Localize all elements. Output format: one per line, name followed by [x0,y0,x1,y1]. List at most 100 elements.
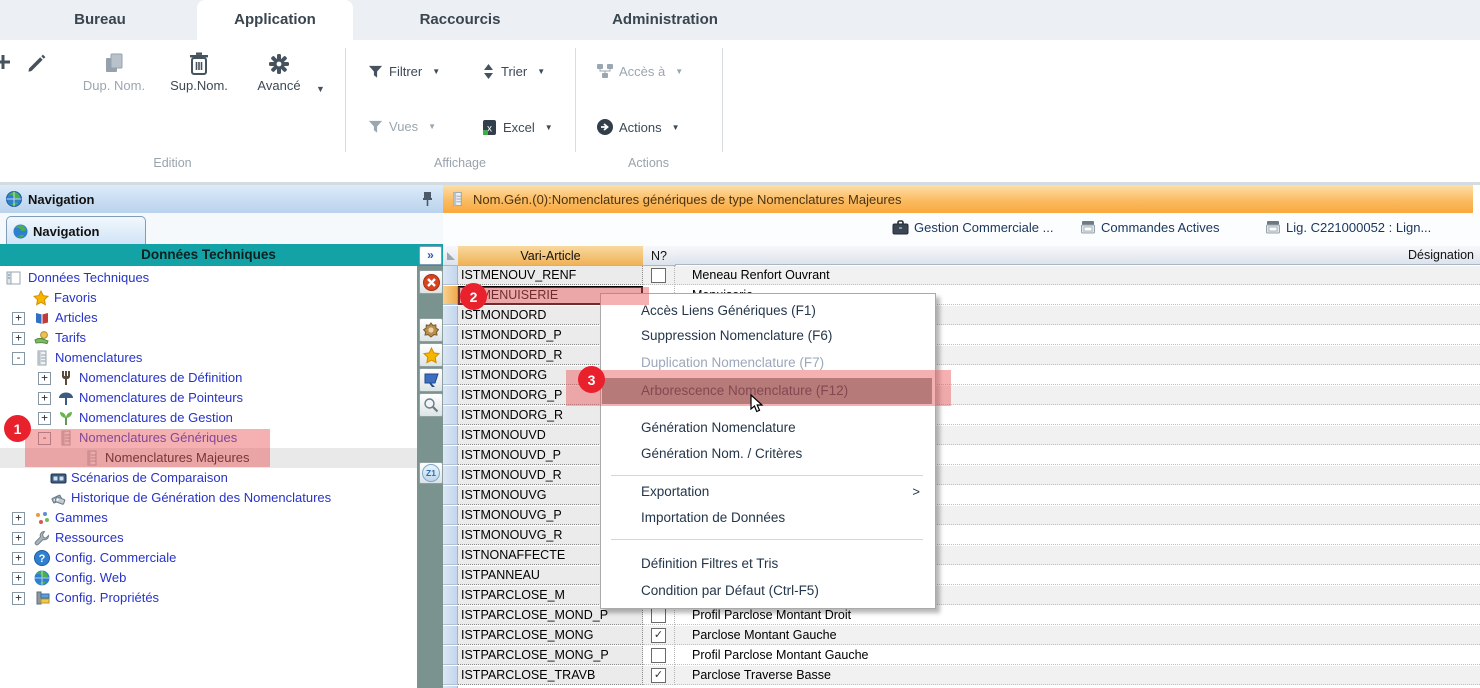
expand-icon[interactable]: + [12,512,25,525]
row-selector[interactable] [443,306,458,325]
menu-item-generation-nom-criteres[interactable]: Génération Nom. / Critères [602,441,932,467]
designation-cell[interactable]: Parclose Traverse Basse [675,666,1480,685]
row-selector[interactable] [443,266,458,285]
tree-item-nomenclatures-gestion[interactable]: + Nomenclatures de Gestion [0,408,417,428]
row-selector[interactable] [443,326,458,345]
tab-commandes-actives[interactable]: Commandes Actives [1080,220,1220,235]
vari-article-cell[interactable]: ISTPARCLOSE_MONG [458,626,643,645]
tree-item-historique-generation[interactable]: Historique de Génération des Nomenclatur… [0,488,417,508]
n-cell[interactable] [643,646,675,665]
tree-item-nomenclatures-pointeurs[interactable]: + Nomenclatures de Pointeurs [0,388,417,408]
n-cell[interactable] [643,266,675,285]
actions-button[interactable]: Actions ▼ [597,119,680,135]
search-button[interactable] [419,393,443,417]
tree-item-nomenclatures-definition[interactable]: + Nomenclatures de Définition [0,368,417,388]
expand-icon[interactable]: + [12,552,25,565]
excel-dropdown-arrow[interactable]: ▼ [545,123,553,132]
filter-dropdown-arrow[interactable]: ▼ [432,67,440,76]
excel-button[interactable]: x Excel ▼ [482,119,553,136]
ribbon-tab-bureau[interactable]: Bureau [35,0,165,40]
row-selector[interactable] [443,606,458,625]
table-row[interactable]: ISTMONDORG_R [443,406,1480,426]
checkbox-unchecked[interactable] [651,268,666,283]
row-selector[interactable] [443,446,458,465]
table-row[interactable]: ISTMONOUVD_P [443,446,1480,466]
row-selector[interactable] [443,566,458,585]
expand-icon[interactable]: + [38,372,51,385]
row-selector[interactable] [443,526,458,545]
menu-item-suppression-nomenclature[interactable]: Suppression Nomenclature (F6) [602,323,932,349]
row-selector[interactable] [443,486,458,505]
row-selector[interactable] [443,406,458,425]
row-selector[interactable] [443,666,458,685]
expand-icon[interactable]: + [12,312,25,325]
row-selector[interactable] [443,586,458,605]
row-selector[interactable] [443,506,458,525]
table-row[interactable]: ISTMONOUVG [443,486,1480,506]
row-selector[interactable] [443,626,458,645]
sort-button[interactable]: Trier ▼ [482,64,545,79]
tree-item-tarifs[interactable]: + Tarifs [0,328,417,348]
table-row[interactable]: ISTPARCLOSE_TRAVB ✓ Parclose Traverse Ba… [443,666,1480,686]
expand-icon[interactable]: + [38,412,51,425]
tab-gestion-commerciale[interactable]: Gestion Commerciale ... [892,220,1053,235]
row-selector[interactable] [443,346,458,365]
advanced-button[interactable]: Avancé [248,52,310,93]
badge-star-button[interactable] [419,318,443,342]
table-row[interactable]: ISTMONOUVG_R [443,526,1480,546]
new-button[interactable] [0,52,13,72]
views-button[interactable]: Vues ▼ [368,119,436,134]
column-header-n[interactable]: N? [643,246,676,266]
z1-button[interactable]: Z1 [419,462,443,484]
table-row[interactable]: ISTPANNEAU [443,566,1480,586]
tree-item-ressources[interactable]: + Ressources [0,528,417,548]
favorite-star-button[interactable] [419,343,443,367]
expand-icon[interactable]: + [12,532,25,545]
tree-item-config-proprietes[interactable]: + Config. Propriétés [0,588,417,608]
ribbon-tab-administration[interactable]: Administration [580,0,750,40]
table-row[interactable]: ISTPARCLOSE_MOND_P Profil Parclose Monta… [443,606,1480,626]
row-selector[interactable] [443,386,458,405]
filter-button[interactable]: Filtrer ▼ [368,64,440,79]
row-selector[interactable] [443,466,458,485]
table-corner-cell[interactable] [443,246,459,266]
vari-article-cell[interactable]: ISTPARCLOSE_TRAVB [458,666,643,685]
views-dropdown-arrow[interactable]: ▼ [428,122,436,131]
checkbox-checked[interactable]: ✓ [651,668,666,683]
n-cell[interactable]: ✓ [643,626,675,645]
access-to-button[interactable]: Accès à ▼ [597,64,683,79]
row-selector[interactable] [443,646,458,665]
table-row[interactable]: ISTMONOUVG_P [443,506,1480,526]
advanced-dropdown-arrow[interactable]: ▼ [316,84,325,94]
row-selector[interactable] [443,426,458,445]
table-row[interactable]: ISTPARCLOSE_MONG_P Profil Parclose Monta… [443,646,1480,666]
tree-item-donnees-techniques[interactable]: Données Techniques [0,268,417,288]
tree-item-config-web[interactable]: + Config. Web [0,568,417,588]
table-row[interactable]: ISTMONDORD_R [443,346,1480,366]
actions-dropdown-arrow[interactable]: ▼ [672,123,680,132]
designation-cell[interactable]: Profil Parclose Montant Gauche [675,646,1480,665]
close-button[interactable] [419,270,443,294]
access-dropdown-arrow[interactable]: ▼ [675,67,683,76]
expand-icon[interactable]: + [38,392,51,405]
edit-button[interactable] [26,52,48,74]
tab-lig-c221000052-a[interactable]: Lig. C221000052 : Lign... [1265,220,1431,235]
ribbon-tab-raccourcis[interactable]: Raccourcis [385,0,535,40]
checkbox-checked[interactable]: ✓ [651,628,666,643]
table-row[interactable]: ISTMONDORD_P [443,326,1480,346]
duplicate-nomenclature-button[interactable]: Dup. Nom. [80,52,148,93]
row-selector-selected[interactable] [443,286,458,305]
n-cell[interactable]: ✓ [643,666,675,685]
menu-item-exportation[interactable]: Exportation > [602,479,932,505]
table-row[interactable]: ISTMONOUVD [443,426,1480,446]
table-row[interactable]: ISTNONAFFECTE [443,546,1480,566]
expand-icon[interactable]: + [12,592,25,605]
menu-item-importation-donnees[interactable]: Importation de Données [602,505,932,531]
tree-item-articles[interactable]: + Articles [0,308,417,328]
menu-item-condition-par-defaut[interactable]: Condition par Défaut (Ctrl-F5) [602,578,932,604]
tab-navigation[interactable]: Navigation [6,216,146,245]
ribbon-tab-application[interactable]: Application [197,0,353,40]
table-row[interactable]: ISTPARCLOSE_M [443,586,1480,606]
tree-item-nomenclatures[interactable]: - Nomenclatures [0,348,417,368]
pin-icon[interactable] [422,191,433,207]
